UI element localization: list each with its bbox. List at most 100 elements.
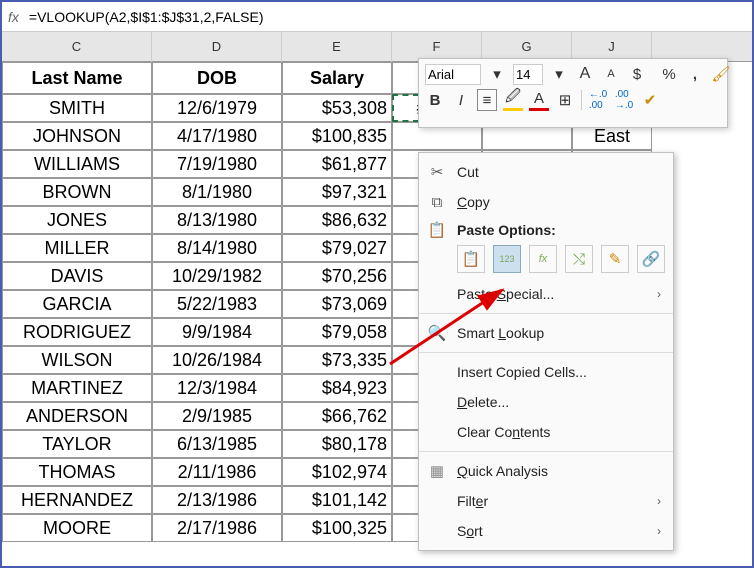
- cell-dob[interactable]: 2/11/1986: [152, 458, 282, 486]
- chevron-right-icon: ›: [657, 287, 661, 301]
- cell-salary[interactable]: $70,256: [282, 262, 392, 290]
- menu-paste-special[interactable]: Paste Special... ›: [419, 279, 673, 309]
- context-menu: ✂ Cut ⧉ Copy 📋 Paste Options: 📋 123 fx ⤭…: [418, 152, 674, 551]
- paste-default-icon[interactable]: 📋: [457, 245, 485, 273]
- cell-dob[interactable]: 8/1/1980: [152, 178, 282, 206]
- increase-font-icon[interactable]: A: [575, 63, 595, 85]
- menu-smart-lookup[interactable]: 🔍 Smart Lookup: [419, 318, 673, 348]
- menu-filter[interactable]: Filter ›: [419, 486, 673, 516]
- cell-dob[interactable]: 2/17/1986: [152, 514, 282, 542]
- menu-sort[interactable]: Sort ›: [419, 516, 673, 546]
- chevron-down-icon[interactable]: ▾: [487, 63, 507, 85]
- cell-last-name[interactable]: BROWN: [2, 178, 152, 206]
- cell-last-name[interactable]: MILLER: [2, 234, 152, 262]
- decrease-decimal-icon[interactable]: .00→.0: [614, 89, 634, 111]
- decrease-font-icon[interactable]: A: [601, 63, 621, 85]
- percent-icon[interactable]: %: [659, 63, 679, 85]
- header-salary[interactable]: Salary: [282, 62, 392, 94]
- cell-last-name[interactable]: JONES: [2, 206, 152, 234]
- cell-dob[interactable]: 10/29/1982: [152, 262, 282, 290]
- cell-last-name[interactable]: HERNANDEZ: [2, 486, 152, 514]
- increase-decimal-icon[interactable]: ←.0.00: [588, 89, 608, 111]
- menu-clear-contents[interactable]: Clear Contents: [419, 417, 673, 447]
- cell-salary[interactable]: $73,335: [282, 346, 392, 374]
- cell-last-name[interactable]: DAVIS: [2, 262, 152, 290]
- italic-button[interactable]: I: [451, 89, 471, 111]
- cell-salary[interactable]: $97,321: [282, 178, 392, 206]
- menu-delete[interactable]: Delete...: [419, 387, 673, 417]
- cell-salary[interactable]: $100,835: [282, 122, 392, 150]
- cell-dob[interactable]: 12/3/1984: [152, 374, 282, 402]
- cell-last-name[interactable]: MOORE: [2, 514, 152, 542]
- paste-formulas-icon[interactable]: fx: [529, 245, 557, 273]
- currency-icon[interactable]: $: [627, 63, 647, 85]
- cell-last-name[interactable]: GARCIA: [2, 290, 152, 318]
- col-header-e[interactable]: E: [282, 32, 392, 62]
- cell-dob[interactable]: 4/17/1980: [152, 122, 282, 150]
- cell-dob[interactable]: 5/22/1983: [152, 290, 282, 318]
- formula-input[interactable]: [29, 9, 746, 25]
- paste-values-icon[interactable]: 123: [493, 245, 521, 273]
- cell-dob[interactable]: 8/14/1980: [152, 234, 282, 262]
- cell-dob[interactable]: 8/13/1980: [152, 206, 282, 234]
- paste-transpose-icon[interactable]: ⤭: [565, 245, 593, 273]
- cell-salary[interactable]: $84,923: [282, 374, 392, 402]
- font-color-icon[interactable]: A: [529, 89, 549, 111]
- menu-paste-options-heading: 📋 Paste Options:: [419, 217, 673, 243]
- cell-last-name[interactable]: WILSON: [2, 346, 152, 374]
- cell-dob[interactable]: 2/13/1986: [152, 486, 282, 514]
- col-header-c[interactable]: C: [2, 32, 152, 62]
- cell-salary[interactable]: $80,178: [282, 430, 392, 458]
- cell-salary[interactable]: $100,325: [282, 514, 392, 542]
- cell-dob[interactable]: 10/26/1984: [152, 346, 282, 374]
- search-icon: 🔍: [427, 324, 447, 342]
- font-select[interactable]: [425, 64, 481, 85]
- cell-dob[interactable]: 2/9/1985: [152, 402, 282, 430]
- cell-dob[interactable]: 12/6/1979: [152, 94, 282, 122]
- header-dob[interactable]: DOB: [152, 62, 282, 94]
- border-icon[interactable]: ⊞: [555, 89, 575, 111]
- format-cells-icon[interactable]: ✔: [640, 89, 660, 111]
- col-header-d[interactable]: D: [152, 32, 282, 62]
- cell-dob[interactable]: 9/9/1984: [152, 318, 282, 346]
- paste-options-row: 📋 123 fx ⤭ ✎ 🔗: [419, 243, 673, 279]
- cell-last-name[interactable]: WILLIAMS: [2, 150, 152, 178]
- cell-dob[interactable]: 7/19/1980: [152, 150, 282, 178]
- paste-formatting-icon[interactable]: ✎: [601, 245, 629, 273]
- header-last-name[interactable]: Last Name: [2, 62, 152, 94]
- quick-analysis-icon: ▦: [427, 462, 447, 480]
- cell-salary[interactable]: $73,069: [282, 290, 392, 318]
- chevron-right-icon: ›: [657, 524, 661, 538]
- font-size-select[interactable]: [513, 64, 543, 85]
- cell-dob[interactable]: 6/13/1985: [152, 430, 282, 458]
- menu-insert-copied[interactable]: Insert Copied Cells...: [419, 357, 673, 387]
- cell-last-name[interactable]: JOHNSON: [2, 122, 152, 150]
- bold-button[interactable]: B: [425, 89, 445, 111]
- format-painter-icon[interactable]: 🖌: [711, 63, 731, 85]
- cell-salary[interactable]: $79,058: [282, 318, 392, 346]
- menu-separator: [419, 313, 673, 314]
- fill-color-icon[interactable]: 🖉: [503, 89, 523, 111]
- menu-quick-analysis[interactable]: ▦ Quick Analysis: [419, 456, 673, 486]
- cell-salary[interactable]: $101,142: [282, 486, 392, 514]
- chevron-down-icon[interactable]: ▾: [549, 63, 569, 85]
- cell-salary[interactable]: $102,974: [282, 458, 392, 486]
- comma-style-icon[interactable]: ,: [685, 63, 705, 85]
- cell-salary[interactable]: $66,762: [282, 402, 392, 430]
- cell-salary[interactable]: $79,027: [282, 234, 392, 262]
- cell-last-name[interactable]: RODRIGUEZ: [2, 318, 152, 346]
- separator: [581, 90, 582, 110]
- cell-last-name[interactable]: ANDERSON: [2, 402, 152, 430]
- align-button[interactable]: ≡: [477, 89, 497, 111]
- menu-cut[interactable]: ✂ Cut: [419, 157, 673, 187]
- fx-label[interactable]: fx: [8, 9, 19, 25]
- menu-copy[interactable]: ⧉ Copy: [419, 187, 673, 217]
- cell-salary[interactable]: $53,308: [282, 94, 392, 122]
- cell-last-name[interactable]: MARTINEZ: [2, 374, 152, 402]
- cell-last-name[interactable]: TAYLOR: [2, 430, 152, 458]
- cell-salary[interactable]: $61,877: [282, 150, 392, 178]
- cell-salary[interactable]: $86,632: [282, 206, 392, 234]
- paste-link-icon[interactable]: 🔗: [637, 245, 665, 273]
- cell-last-name[interactable]: SMITH: [2, 94, 152, 122]
- cell-last-name[interactable]: THOMAS: [2, 458, 152, 486]
